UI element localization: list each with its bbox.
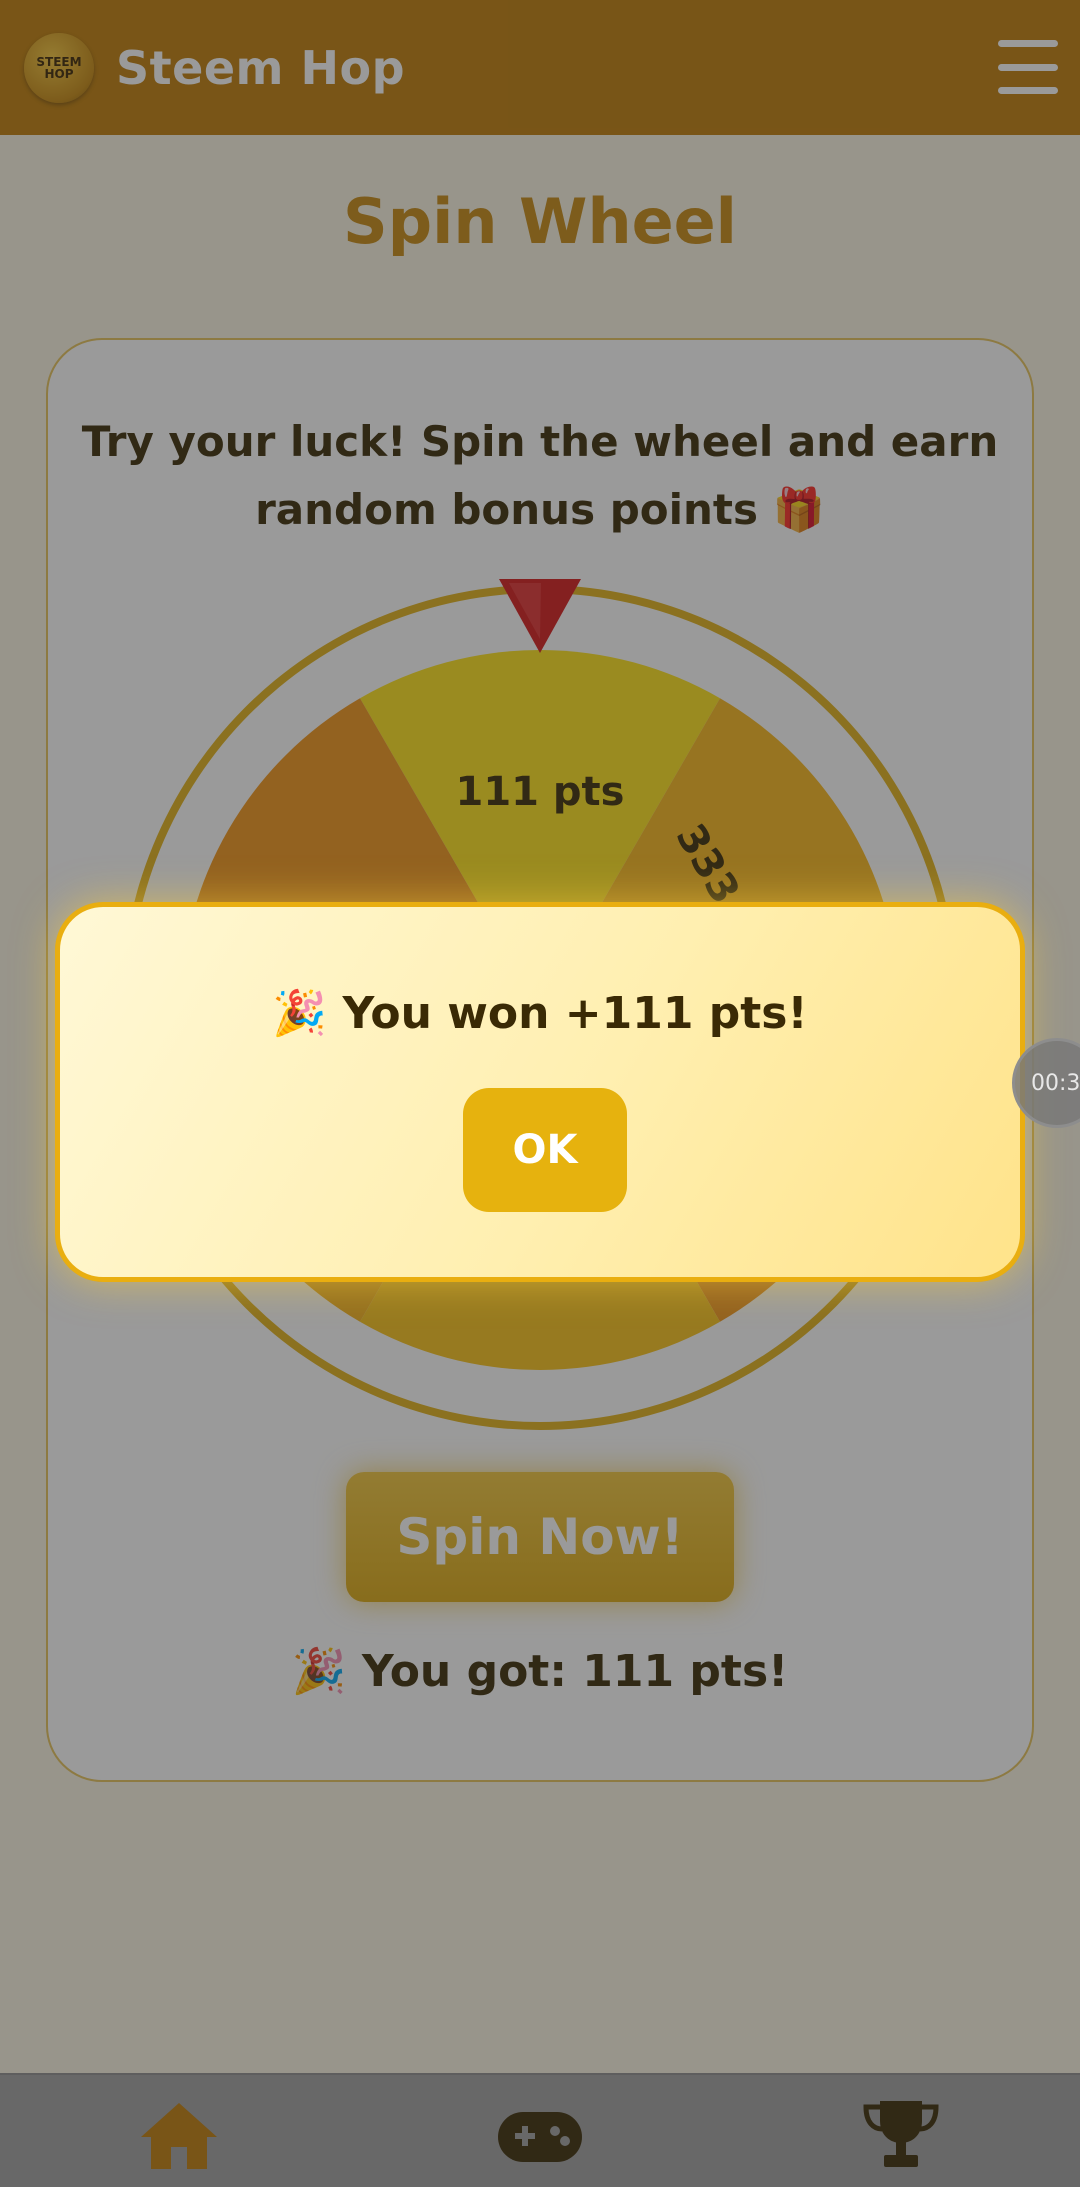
win-dialog: 🎉 You won +111 pts! OK (55, 902, 1025, 1282)
win-message: 🎉 You won +111 pts! (272, 988, 808, 1039)
ok-button[interactable]: OK (463, 1088, 627, 1212)
